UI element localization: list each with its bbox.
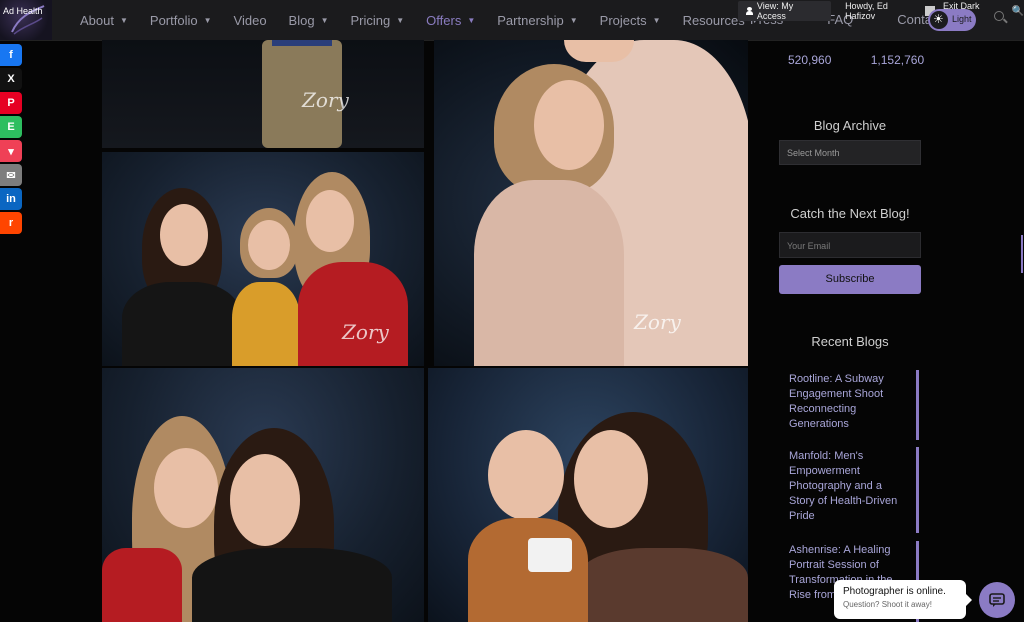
figure-dress xyxy=(474,180,624,366)
recent-blog-link[interactable]: Rootline: A Subway Engagement Shoot Reco… xyxy=(779,370,919,440)
search-icon[interactable] xyxy=(994,11,1006,23)
figure-body xyxy=(298,262,408,366)
figure-face xyxy=(154,448,218,528)
nav-partnership-label: Partnership xyxy=(497,12,564,28)
email-share-icon[interactable]: ✉ xyxy=(0,164,22,186)
chat-launcher-button[interactable] xyxy=(979,582,1015,618)
nav-portfolio[interactable]: Portfolio ▼ xyxy=(150,13,212,28)
nav-video[interactable]: Video xyxy=(234,13,267,28)
blog-archive-title: Blog Archive xyxy=(813,118,887,133)
nav-projects-label: Projects xyxy=(599,12,647,28)
nav-offers-label: Offers xyxy=(426,12,462,28)
email-field[interactable]: Your Email xyxy=(779,232,921,258)
figure-face xyxy=(574,430,648,528)
figure-face xyxy=(306,190,354,252)
figure-body xyxy=(232,282,300,366)
linkedin-share-icon[interactable]: in xyxy=(0,188,22,210)
figure-face xyxy=(534,80,604,170)
nav-pricing[interactable]: Pricing ▼ xyxy=(351,13,405,28)
sun-icon xyxy=(930,11,948,29)
nav-blog[interactable]: Blog ▼ xyxy=(289,13,329,28)
studio-watermark-logo: Zory xyxy=(302,88,349,112)
chat-title: Photographer is online. xyxy=(843,586,946,597)
studio-watermark-logo: Zory xyxy=(342,320,389,344)
chevron-down-icon: ▼ xyxy=(320,15,329,25)
howdy-user-link[interactable]: Howdy, Ed Hafizov xyxy=(845,1,919,21)
nav-about[interactable]: About ▼ xyxy=(80,13,128,28)
reddit-share-icon[interactable]: r xyxy=(0,212,22,234)
theme-toggle-label: Light xyxy=(952,14,972,24)
stat-value: 520,960 xyxy=(788,53,832,67)
figure-face xyxy=(160,204,208,266)
portrait-photo[interactable]: Zory xyxy=(102,40,424,148)
portrait-photo[interactable]: Zory xyxy=(434,40,748,366)
chevron-down-icon: ▼ xyxy=(396,15,405,25)
ad-health-label[interactable]: Ad Health xyxy=(3,6,43,16)
theme-toggle[interactable]: Light xyxy=(928,9,976,31)
figure-face xyxy=(488,430,564,520)
figure-body xyxy=(122,282,242,366)
scrollbar-thumb[interactable] xyxy=(1021,235,1023,273)
portrait-photo[interactable] xyxy=(428,368,748,622)
chevron-down-icon: ▼ xyxy=(467,15,476,25)
view-access-label: View: My Access xyxy=(756,1,794,21)
admin-bar: View: My Access Howdy, Ed Hafizov Exit D… xyxy=(738,0,1024,22)
figure-body xyxy=(192,548,392,622)
admin-search-icon[interactable]: 🔍 xyxy=(1012,6,1024,17)
nav-video-label: Video xyxy=(233,12,267,28)
social-share-bar: f X P E ▾ ✉ in r xyxy=(0,44,22,236)
facebook-share-icon[interactable]: f xyxy=(0,44,22,66)
chat-prompt-bubble[interactable]: Photographer is online. Question? Shoot … xyxy=(834,580,972,619)
nav-portfolio-label: Portfolio xyxy=(149,12,198,28)
portrait-photo[interactable]: Zory xyxy=(102,152,424,366)
nav-resources-label: Resources xyxy=(682,12,745,28)
evernote-share-icon[interactable]: E xyxy=(0,116,22,138)
main-nav: About ▼ Portfolio ▼ Video Blog ▼ Pricing ▼ O… xyxy=(80,0,781,40)
catch-next-blog-title: Catch the Next Blog! xyxy=(790,206,910,221)
chevron-down-icon: ▼ xyxy=(203,15,212,25)
figure-face xyxy=(230,454,300,546)
recent-blogs-title: Recent Blogs xyxy=(811,334,889,349)
recent-blog-link[interactable]: Manfold: Men's Empowerment Photography a… xyxy=(779,447,919,533)
pocket-share-icon[interactable]: ▾ xyxy=(0,140,22,162)
chevron-down-icon: ▼ xyxy=(569,15,578,25)
stats-counters: 520,960 1,152,760 xyxy=(788,53,960,67)
subscribe-button[interactable]: Subscribe xyxy=(779,265,921,294)
figure-face xyxy=(564,40,634,62)
nav-projects[interactable]: Projects ▼ xyxy=(600,13,661,28)
studio-watermark-logo: Zory xyxy=(634,310,681,334)
nav-offers[interactable]: Offers ▼ xyxy=(426,13,475,28)
chat-subtitle: Question? Shoot it away! xyxy=(843,600,932,609)
chat-icon xyxy=(989,593,1005,607)
x-share-icon[interactable]: X xyxy=(0,68,22,90)
figure-body xyxy=(102,548,182,622)
chevron-down-icon: ▼ xyxy=(119,15,128,25)
nav-partnership[interactable]: Partnership ▼ xyxy=(497,13,577,28)
top-navigation-bar: Ad Health About ▼ Portfolio ▼ Video Blog ▼ … xyxy=(0,0,1024,41)
figure-belt xyxy=(272,40,332,46)
nav-about-label: About xyxy=(80,12,114,28)
portrait-photo[interactable] xyxy=(102,368,424,622)
user-icon xyxy=(746,7,753,15)
chevron-down-icon: ▼ xyxy=(652,15,661,25)
figure-face xyxy=(248,220,290,270)
nav-blog-label: Blog xyxy=(288,12,315,28)
nav-pricing-label: Pricing xyxy=(350,12,391,28)
view-access-button[interactable]: View: My Access xyxy=(738,1,832,21)
figure-body xyxy=(578,548,748,622)
figure-shirt-print xyxy=(528,538,572,572)
archive-month-select[interactable]: Select Month xyxy=(779,140,921,165)
pinterest-share-icon[interactable]: P xyxy=(0,92,22,114)
stat-value: 1,152,760 xyxy=(870,53,925,67)
